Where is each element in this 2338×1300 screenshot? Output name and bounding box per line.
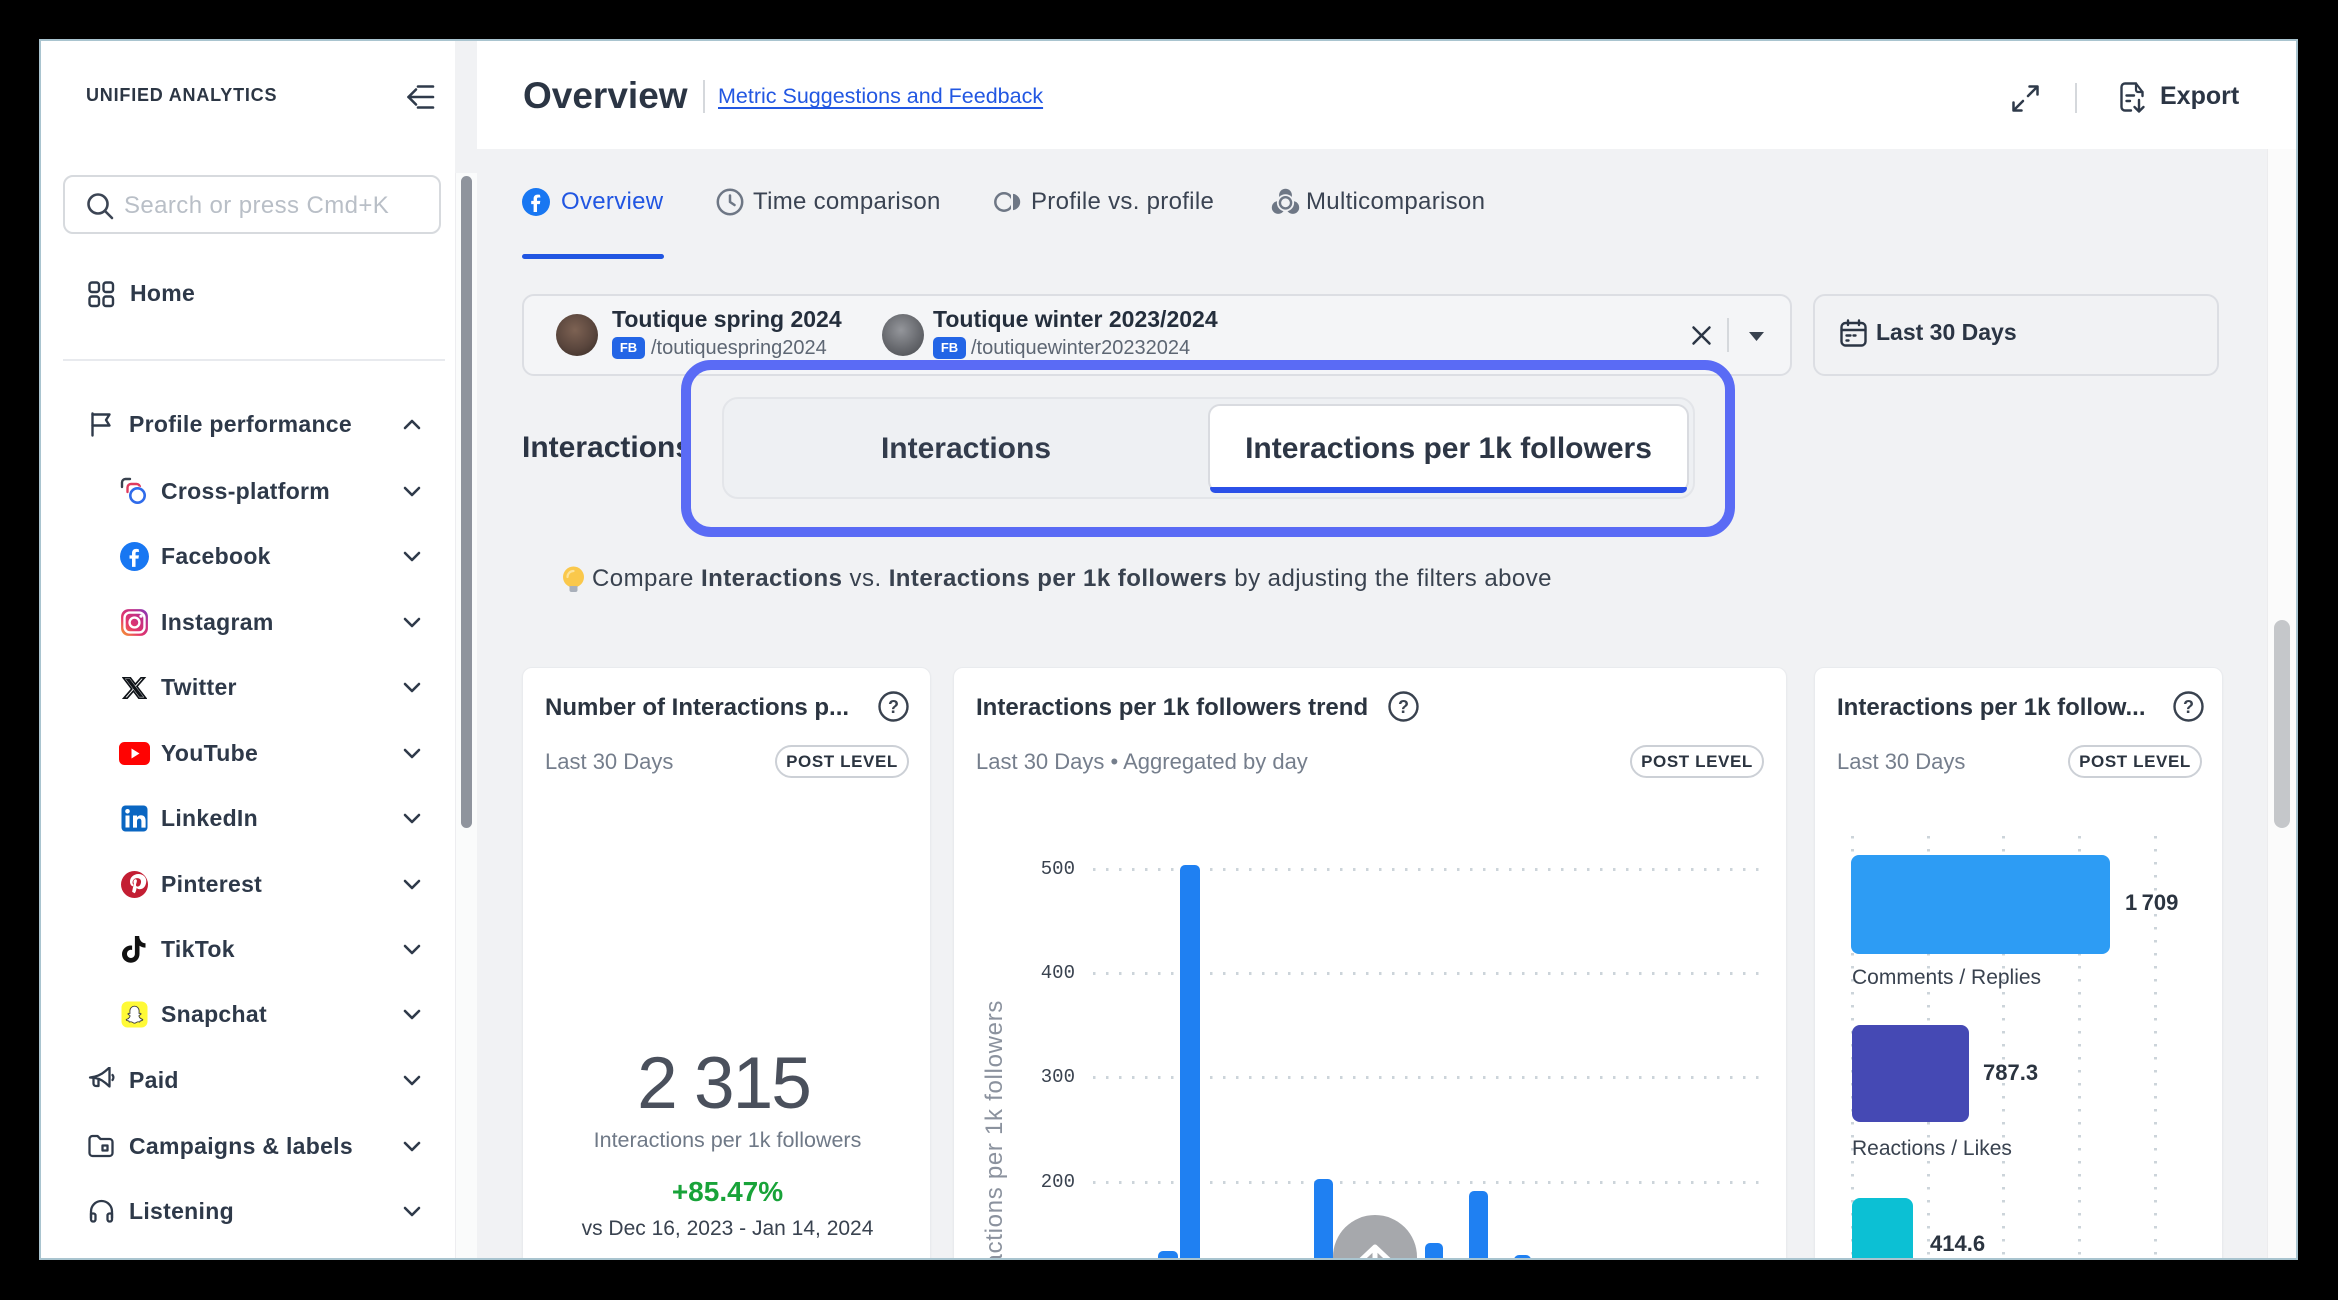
svg-text:?: ?	[1398, 697, 1409, 717]
svg-text:?: ?	[2183, 697, 2194, 717]
svg-text:?: ?	[888, 697, 899, 717]
